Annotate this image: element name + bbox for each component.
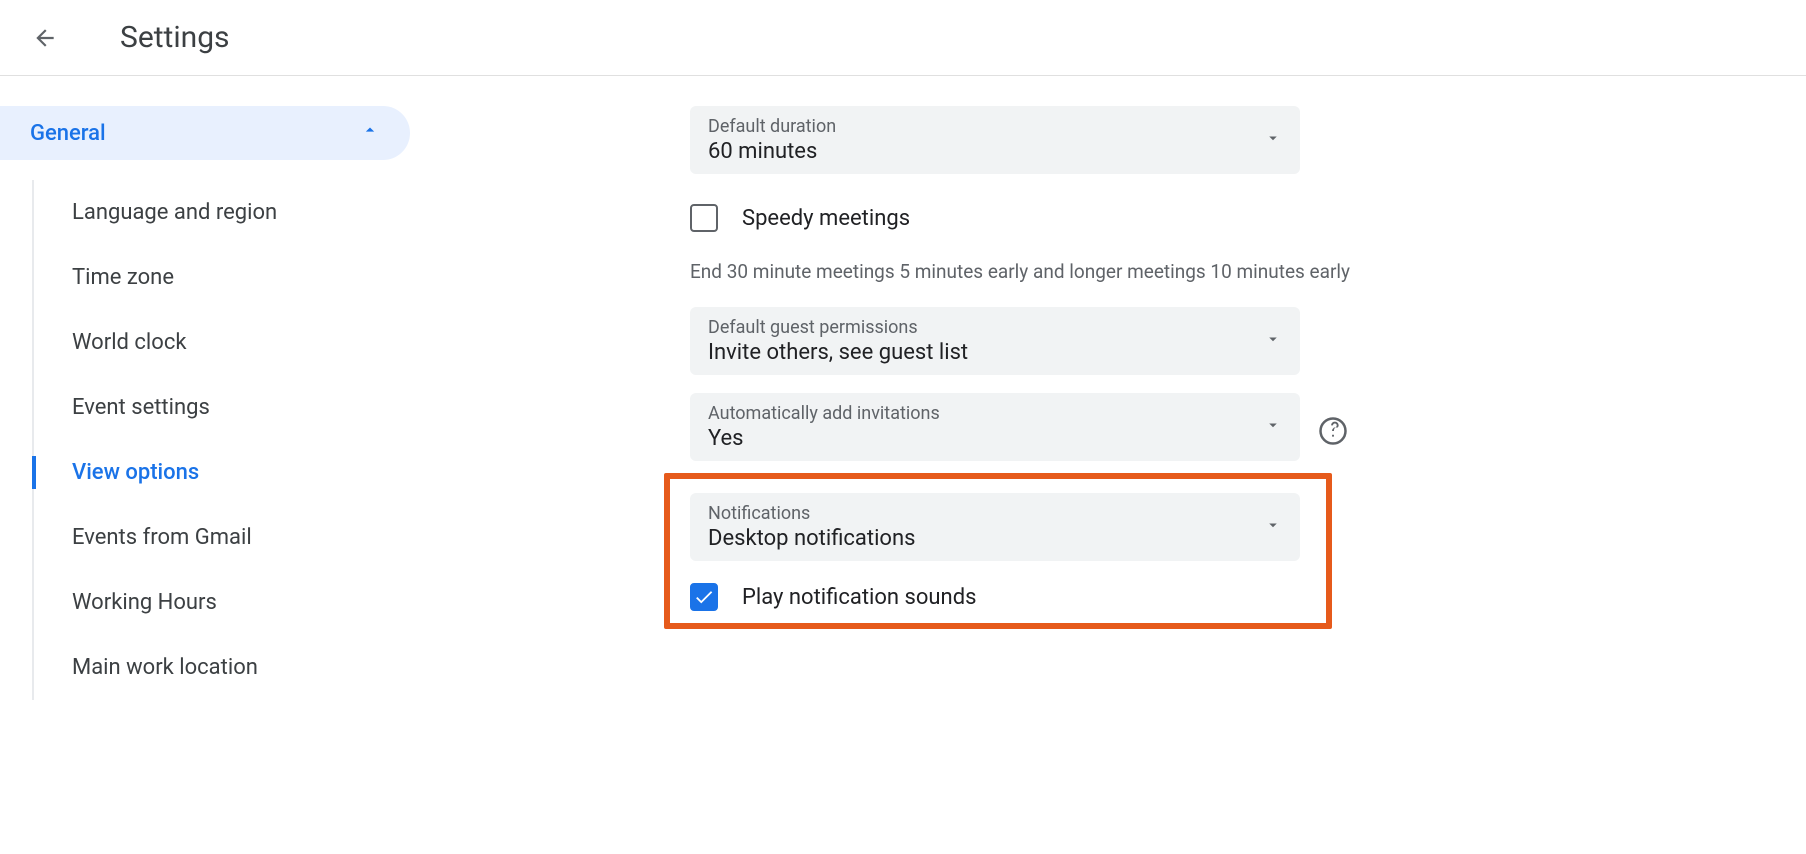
guest-permissions-dropdown[interactable]: Default guest permissions Invite others,… [690, 307, 1300, 375]
auto-add-value: Yes [708, 426, 940, 451]
help-icon[interactable] [1318, 416, 1348, 450]
header: Settings [0, 0, 1806, 76]
play-sounds-checkbox[interactable] [690, 583, 718, 611]
sidebar-item-eventsgmail[interactable]: Events from Gmail [34, 505, 410, 570]
content: General Language and region Time zone Wo… [0, 76, 1806, 700]
default-duration-dropdown[interactable]: Default duration 60 minutes [690, 106, 1300, 174]
speedy-meetings-label: Speedy meetings [742, 206, 910, 231]
speedy-meetings-row: Speedy meetings [690, 192, 1766, 250]
chevron-down-icon [1264, 416, 1282, 438]
chevron-down-icon [1264, 129, 1282, 151]
guest-permissions-label: Default guest permissions [708, 317, 968, 338]
play-sounds-row: Play notification sounds [690, 575, 1306, 615]
auto-add-label: Automatically add invitations [708, 403, 940, 424]
back-button[interactable] [30, 23, 60, 53]
sidebar-item-language[interactable]: Language and region [34, 180, 410, 245]
play-sounds-label: Play notification sounds [742, 585, 976, 610]
sidebar-nav-list: Language and region Time zone World cloc… [32, 180, 410, 700]
sidebar-item-workinghours[interactable]: Working Hours [34, 570, 410, 635]
chevron-down-icon [1264, 330, 1282, 352]
check-icon [693, 586, 715, 608]
speedy-meetings-checkbox[interactable] [690, 204, 718, 232]
speedy-meetings-help: End 30 minute meetings 5 minutes early a… [690, 250, 1766, 307]
chevron-up-icon [360, 120, 380, 146]
notifications-highlight: Notifications Desktop notifications Play… [664, 473, 1332, 629]
notifications-value: Desktop notifications [708, 526, 915, 551]
arrow-left-icon [32, 25, 58, 51]
sidebar-item-viewoptions[interactable]: View options [34, 440, 410, 505]
sidebar: General Language and region Time zone Wo… [0, 106, 410, 700]
sidebar-item-eventsettings[interactable]: Event settings [34, 375, 410, 440]
sidebar-item-timezone[interactable]: Time zone [34, 245, 410, 310]
notifications-dropdown[interactable]: Notifications Desktop notifications [690, 493, 1300, 561]
main-panel: Default duration 60 minutes Speedy meeti… [410, 106, 1806, 700]
chevron-down-icon [1264, 516, 1282, 538]
sidebar-item-worklocation[interactable]: Main work location [34, 635, 410, 700]
notifications-label: Notifications [708, 503, 915, 524]
sidebar-section-label: General [30, 121, 106, 146]
guest-permissions-value: Invite others, see guest list [708, 340, 968, 365]
default-duration-label: Default duration [708, 116, 836, 137]
page-title: Settings [120, 20, 230, 55]
auto-add-dropdown[interactable]: Automatically add invitations Yes [690, 393, 1300, 461]
default-duration-value: 60 minutes [708, 139, 836, 164]
sidebar-item-worldclock[interactable]: World clock [34, 310, 410, 375]
sidebar-section-general[interactable]: General [0, 106, 410, 160]
auto-add-row: Automatically add invitations Yes [690, 393, 1766, 473]
